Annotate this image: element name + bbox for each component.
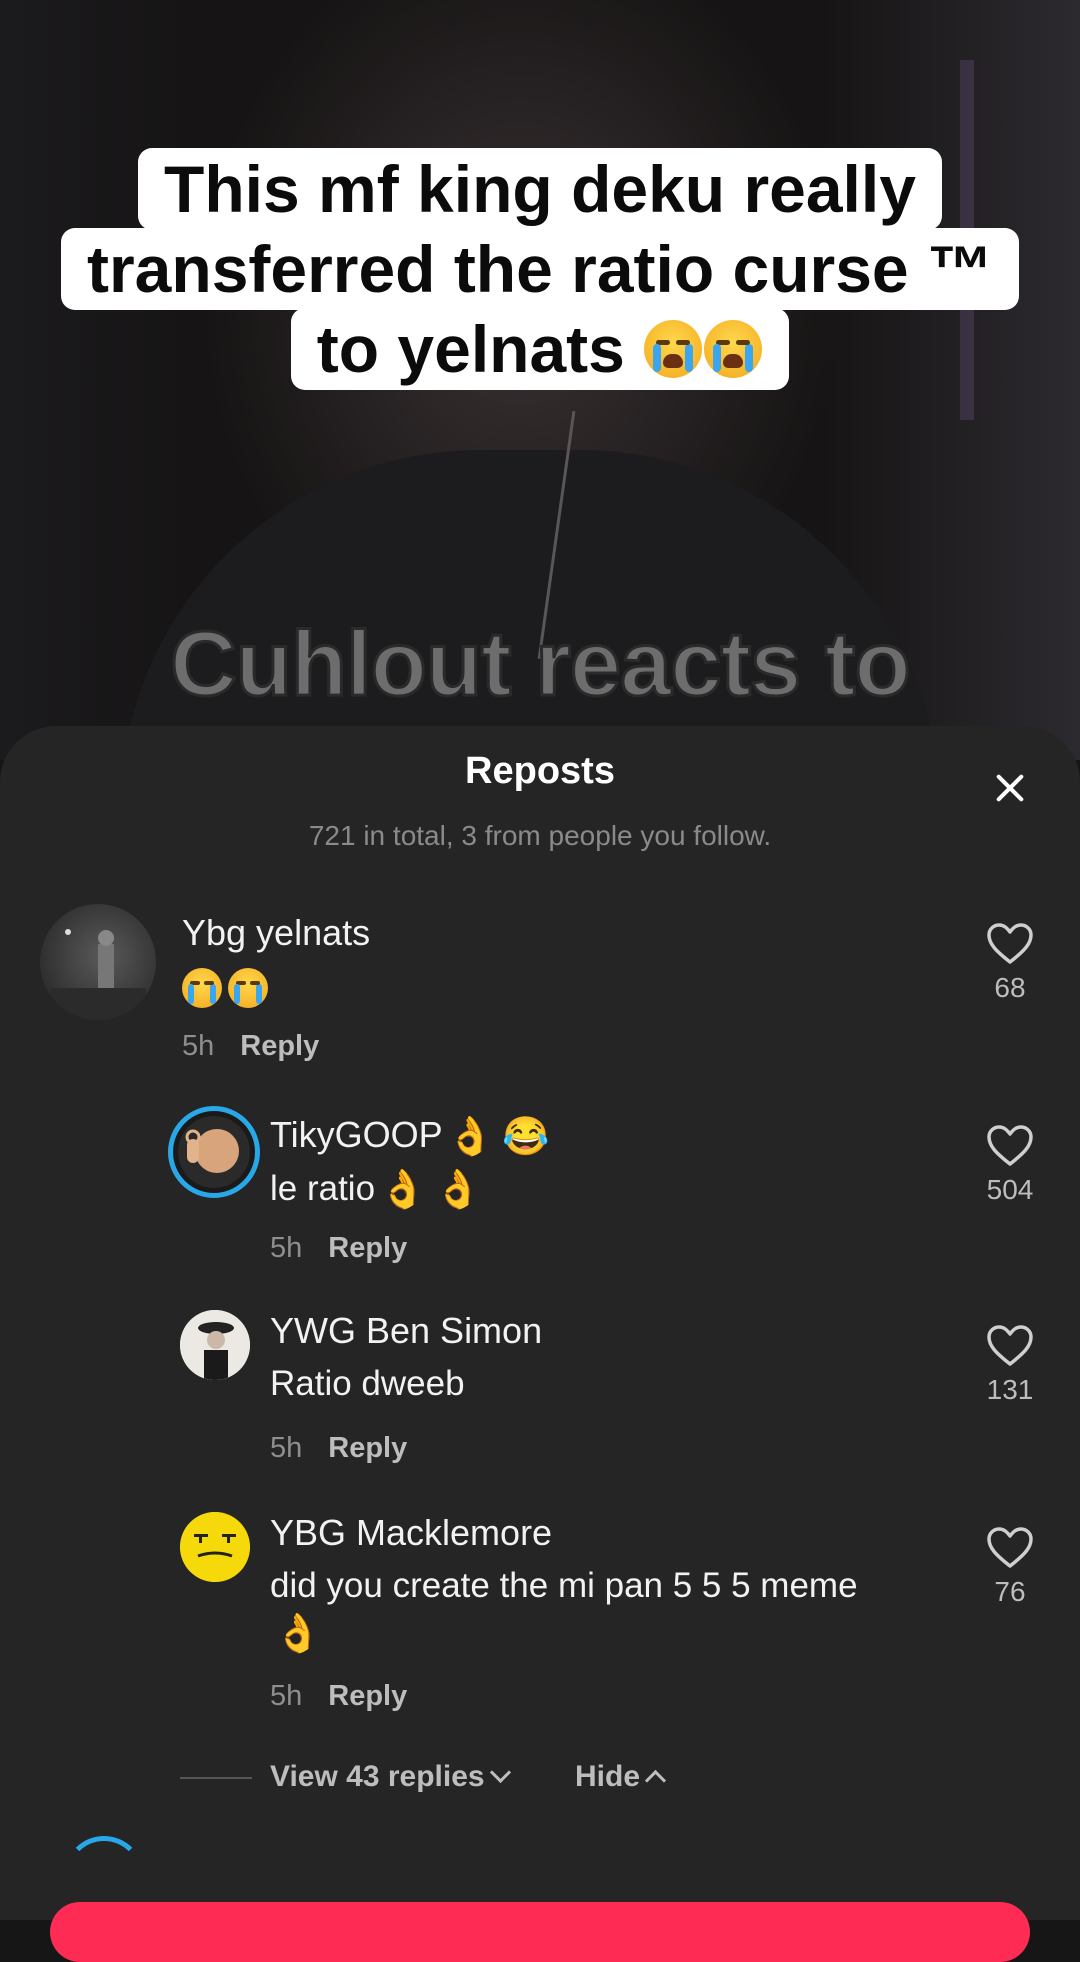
comment-username[interactable]: Ybg yelnats [182,912,370,954]
unamused-face-icon [180,1512,250,1582]
view-replies-label: View 43 replies [270,1760,485,1793]
crying-emoji-icon [704,320,763,378]
caption-line-2: transferred the ratio curse ™ [61,228,1019,310]
caption-line-1: This mf king deku really [138,148,942,230]
ok-hand-emoji-icon: 👌 [274,1613,322,1655]
crying-emoji-icon [644,320,703,378]
thread-divider [180,1777,252,1780]
chevron-down-icon [489,1761,511,1784]
chevron-up-icon [644,1769,667,1792]
close-icon[interactable] [990,768,1030,808]
ok-hand-emoji-icon: 👌 [379,1169,427,1211]
heart-icon [987,1527,1033,1568]
avatar-photo [178,1116,250,1188]
hide-label: Hide [575,1760,641,1793]
comment-text [182,968,274,1011]
comment-meta: 5h Reply [270,1680,407,1713]
comment-meta: 5h Reply [270,1432,407,1465]
comment-meta: 5h Reply [182,1030,319,1063]
comment-text: le ratio 👌 👌 [270,1168,486,1212]
view-replies-button[interactable]: View 43 replies [180,1760,511,1794]
sheet-subtitle: 721 in total, 3 from people you follow. [308,820,772,851]
caption-line-3: to yelnats [290,308,790,390]
comment-time: 5h [270,1432,303,1464]
comment-username-text: TikyGOOP [270,1114,443,1155]
comment-text: did you create the mi pan 5 5 5 meme [270,1566,858,1605]
like-count: 68 [994,972,1026,1003]
comment-username[interactable]: YBG Macklemore [270,1512,552,1554]
heart-icon [987,1125,1033,1166]
reply-button[interactable]: Reply [328,1232,407,1264]
like-count: 131 [986,1374,1034,1405]
heart-icon [987,1325,1033,1366]
laughing-emoji-icon: 😂 [502,1116,550,1158]
avatar[interactable] [180,1310,250,1380]
like-count: 504 [986,1174,1034,1205]
avatar[interactable] [180,1512,250,1582]
comment-text-emoji: 👌 [270,1612,325,1656]
comment-text: Ratio dweeb [270,1364,465,1403]
sheet-title: Reposts [465,750,615,792]
crying-emoji-icon [228,968,268,1008]
ok-hand-emoji-icon: 👌 [446,1116,494,1158]
comment-meta: 5h Reply [270,1232,407,1265]
video-overlay-text: Cuhlout reacts to [169,612,912,717]
comment-time: 5h [270,1232,303,1264]
like-count: 76 [994,1576,1026,1607]
like-button[interactable]: 68 [980,922,1040,1004]
avatar-photo [180,1310,250,1380]
caption-line-3-text: to yelnats [316,312,625,386]
hide-replies-button[interactable]: Hide [575,1760,667,1794]
like-button[interactable]: 76 [980,1526,1040,1608]
heart-icon [987,923,1033,964]
like-button[interactable]: 131 [980,1324,1040,1406]
comment-username[interactable]: TikyGOOP 👌 😂 [270,1114,553,1159]
reply-button[interactable]: Reply [328,1432,407,1464]
reply-button[interactable]: Reply [240,1030,319,1062]
ok-hand-emoji-icon: 👌 [434,1169,482,1211]
comment-time: 5h [270,1680,303,1712]
comment-time: 5h [182,1030,215,1062]
comment-username[interactable]: YWG Ben Simon [270,1310,542,1352]
reposts-sheet: Reposts 721 in total, 3 from people you … [0,726,1080,1962]
like-button[interactable]: 504 [980,1124,1040,1206]
reply-button[interactable]: Reply [328,1680,407,1712]
crying-emoji-icon [182,968,222,1008]
bottom-action-bar[interactable] [50,1902,1030,1962]
avatar[interactable] [40,904,156,1020]
video-caption: This mf king deku really transferred the… [0,148,1080,390]
avatar-photo [50,929,146,1020]
comment-text-value: le ratio [270,1169,376,1208]
avatar[interactable] [168,1106,260,1198]
